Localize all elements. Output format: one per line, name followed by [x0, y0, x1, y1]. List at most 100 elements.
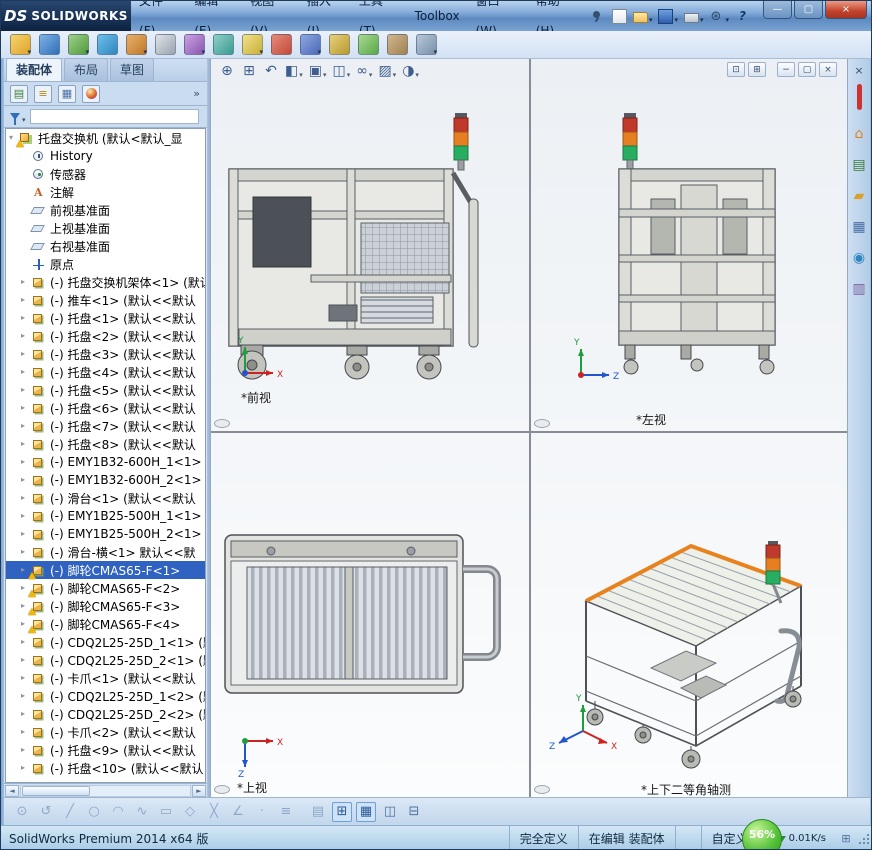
- sketch-tool-icon[interactable]: ⊞: [332, 801, 352, 822]
- tree-item[interactable]: (-) 托盘<1> (默认<<默认: [6, 309, 205, 327]
- sketch-tool-icon[interactable]: ▤: [308, 802, 328, 822]
- tree-item[interactable]: (-) CDQ2L25-25D_2<2> (默: [6, 705, 205, 723]
- expand-arrow-icon[interactable]: [21, 489, 30, 507]
- document-window-button[interactable]: ▢: [798, 62, 816, 77]
- panel-tab[interactable]: 装配体: [6, 58, 63, 81]
- expand-arrow-icon[interactable]: [21, 651, 30, 669]
- expand-arrow-icon[interactable]: [21, 741, 30, 759]
- sketch-tool-icon[interactable]: ◇: [180, 802, 200, 822]
- viewport-splitter-horizontal[interactable]: [211, 431, 847, 433]
- pin-menu-icon[interactable]: [591, 10, 603, 22]
- assembly-tool-icon[interactable]: [387, 34, 408, 55]
- viewport-tool-icon[interactable]: ▣: [307, 61, 329, 81]
- tree-item[interactable]: (-) EMY1B32-600H_1<1> (: [6, 453, 205, 471]
- expand-arrow-icon[interactable]: [21, 417, 30, 435]
- manager-tab-icon[interactable]: [10, 84, 28, 103]
- quick-tool-icon[interactable]: [632, 6, 653, 26]
- task-pane-tab-icon[interactable]: ▦: [849, 216, 870, 237]
- assembly-tool-icon[interactable]: [358, 34, 379, 55]
- viewport-front[interactable]: X Y *前视: [211, 59, 529, 431]
- expand-arrow-icon[interactable]: [21, 345, 30, 363]
- tree-item[interactable]: (-) 脚轮CMAS65-F<4>: [6, 615, 205, 633]
- view-link-icon[interactable]: [534, 419, 550, 428]
- tree-item[interactable]: (-) 脚轮CMAS65-F<2>: [6, 579, 205, 597]
- tree-item[interactable]: (-) 托盘<3> (默认<<默认: [6, 345, 205, 363]
- quick-tool-icon[interactable]: [709, 6, 729, 26]
- filter-input[interactable]: [29, 109, 199, 124]
- view-link-icon[interactable]: [214, 785, 230, 794]
- tree-item[interactable]: (-) 托盘交换机架体<1> (默认: [6, 273, 205, 291]
- tree-item[interactable]: (-) CDQ2L25-25D_1<2> (默: [6, 687, 205, 705]
- expand-arrow-icon[interactable]: [21, 273, 30, 291]
- assembly-tool-icon[interactable]: [416, 34, 437, 55]
- filter-dropdown-icon[interactable]: [22, 107, 26, 126]
- expand-arrow-icon[interactable]: [21, 543, 30, 561]
- tree-item[interactable]: 原点: [6, 255, 205, 273]
- quick-tool-icon[interactable]: [611, 6, 627, 26]
- manager-tab-icon[interactable]: [34, 84, 52, 103]
- window-control-button[interactable]: ×: [825, 1, 867, 19]
- tree-item[interactable]: History: [6, 147, 205, 165]
- sketch-tool-icon[interactable]: ╳: [204, 802, 224, 822]
- sketch-tool-icon[interactable]: ○: [84, 802, 104, 822]
- assembly-tool-icon[interactable]: [242, 34, 263, 55]
- viewport-isometric[interactable]: Y X Z *上下二等角轴测: [531, 433, 847, 797]
- menu-item[interactable]: Toolbox: [407, 1, 468, 31]
- sketch-tool-icon[interactable]: ⊙: [12, 802, 32, 822]
- tree-item[interactable]: 注解: [6, 183, 205, 201]
- tree-item[interactable]: (-) 滑台<1> (默认<<默认: [6, 489, 205, 507]
- document-window-button[interactable]: ×: [819, 62, 837, 77]
- sketch-tool-icon[interactable]: [298, 802, 306, 822]
- tree-item[interactable]: 前视基准面: [6, 201, 205, 219]
- quick-tool-icon[interactable]: [658, 6, 678, 26]
- assembly-tool-icon[interactable]: [10, 34, 31, 55]
- assembly-tool-icon[interactable]: [184, 34, 205, 55]
- tree-item[interactable]: (-) 托盘<4> (默认<<默认: [6, 363, 205, 381]
- expand-arrow-icon[interactable]: [21, 471, 30, 489]
- viewport-layout-button[interactable]: ⊡: [727, 62, 745, 77]
- tree-item[interactable]: (-) 托盘<2> (默认<<默认: [6, 327, 205, 345]
- view-link-icon[interactable]: [534, 785, 550, 794]
- expand-arrow-icon[interactable]: [21, 309, 30, 327]
- assembly-tool-icon[interactable]: [126, 34, 147, 55]
- tree-item[interactable]: (-) CDQ2L25-25D_2<1> (默: [6, 651, 205, 669]
- viewport-tool-icon[interactable]: ⊕: [217, 61, 237, 81]
- scroll-right-button[interactable]: [192, 784, 206, 797]
- tree-item[interactable]: (-) 托盘<6> (默认<<默认: [6, 399, 205, 417]
- assembly-tool-icon[interactable]: [155, 34, 176, 55]
- expand-arrow-icon[interactable]: [21, 435, 30, 453]
- tree-item[interactable]: (-) 脚轮CMAS65-F<1>: [6, 561, 205, 579]
- viewport-tool-icon[interactable]: ▨: [376, 61, 398, 81]
- task-pane-tab-icon[interactable]: ▰: [849, 185, 870, 206]
- panel-tab[interactable]: 布局: [64, 58, 109, 81]
- window-control-button[interactable]: ▢: [794, 1, 823, 19]
- expand-arrow-icon[interactable]: [21, 687, 30, 705]
- expand-arrow-icon[interactable]: [21, 705, 30, 723]
- assembly-tool-icon[interactable]: [68, 34, 89, 55]
- viewport-tool-icon[interactable]: ⊞: [239, 61, 259, 81]
- tree-item[interactable]: (-) 卡爪<2> (默认<<默认: [6, 723, 205, 741]
- tree-item[interactable]: 右视基准面: [6, 237, 205, 255]
- tree-item[interactable]: 上视基准面: [6, 219, 205, 237]
- sketch-tool-icon[interactable]: ≡: [276, 802, 296, 822]
- tree-item[interactable]: (-) 托盘<10> (默认<<默认: [6, 759, 205, 777]
- expand-arrow-icon[interactable]: [21, 381, 30, 399]
- task-pane-tab-icon[interactable]: ◉: [849, 247, 870, 268]
- resize-grip[interactable]: [858, 833, 870, 845]
- sketch-tool-icon[interactable]: ↺: [36, 802, 56, 822]
- sketch-tool-icon[interactable]: ∠: [228, 802, 248, 822]
- viewport-layout-button[interactable]: ⊞: [748, 62, 766, 77]
- panel-tab[interactable]: 草图: [110, 58, 155, 81]
- sketch-tool-icon[interactable]: ◠: [108, 802, 128, 822]
- scroll-left-button[interactable]: [5, 784, 19, 797]
- sketch-tool-icon[interactable]: ◫: [380, 802, 400, 822]
- tree-item[interactable]: (-) CDQ2L25-25D_1<1> (默: [6, 633, 205, 651]
- tree-item[interactable]: (-) 卡爪<1> (默认<<默认: [6, 669, 205, 687]
- task-pane-tab-icon[interactable]: ▤: [849, 154, 870, 175]
- viewport-splitter-vertical[interactable]: [529, 59, 531, 797]
- panel-more-chevron[interactable]: »: [189, 87, 204, 100]
- scroll-track[interactable]: [20, 784, 191, 797]
- expand-arrow-icon[interactable]: [21, 399, 30, 417]
- quick-tool-icon[interactable]: [683, 6, 704, 26]
- tree-item[interactable]: (-) 托盘<8> (默认<<默认: [6, 435, 205, 453]
